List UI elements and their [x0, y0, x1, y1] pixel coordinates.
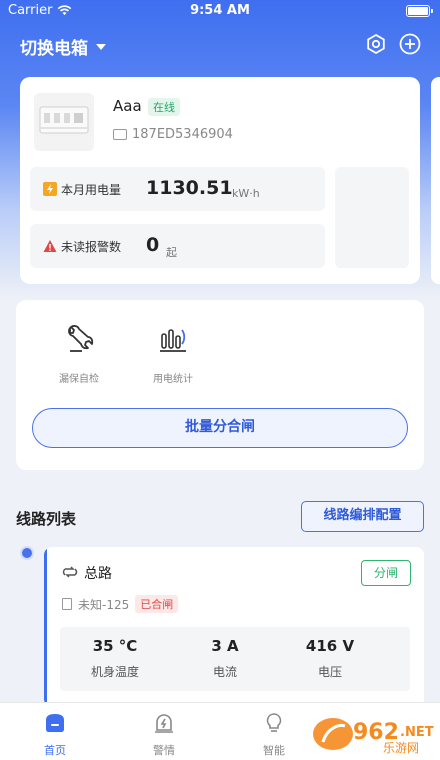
online-status-badge: 在线 [148, 98, 180, 116]
tab-alarm[interactable]: 警情 [134, 711, 194, 758]
line-name: 总路 [84, 566, 112, 582]
energy-value: 1130.51 [146, 177, 233, 199]
device-serial: 187ED5346904 [132, 127, 233, 142]
status-bar: Carrier 9:54 AM [0, 0, 440, 22]
settings-icon[interactable] [364, 32, 388, 56]
temperature-value: 35 °C [92, 637, 138, 655]
page-title: 切换电箱 [20, 39, 88, 59]
clock: 9:54 AM [190, 3, 250, 18]
app-header: 切换电箱 [0, 26, 440, 66]
voltage-label: 电压 [317, 665, 342, 679]
document-icon [62, 598, 72, 610]
lightning-icon [43, 182, 57, 196]
tab-home[interactable]: 首页 [25, 711, 85, 758]
switch-box-dropdown[interactable]: 切换电箱 [20, 34, 106, 59]
side-panel [335, 167, 409, 268]
link-icon [62, 566, 78, 578]
svg-text:.NET: .NET [400, 725, 434, 740]
device-name: Aaa [113, 97, 142, 115]
temperature-label: 机身温度 [90, 665, 139, 679]
current-metric: 3 A 电流 [170, 637, 280, 680]
tab-home-label: 首页 [44, 744, 66, 757]
current-label: 电流 [212, 665, 237, 679]
home-icon [46, 714, 64, 732]
timeline-dot [22, 548, 32, 558]
current-value: 3 A [211, 637, 239, 655]
tab-smart[interactable]: 智能 [244, 711, 304, 758]
line-accent-bar [44, 547, 47, 707]
bulb-icon [266, 713, 282, 732]
line-list-title: 线路列表 [16, 510, 77, 528]
tools-card: 漏保自检 用电统计 批量分合闸 [16, 300, 424, 470]
open-switch-button[interactable]: 分闸 [361, 560, 411, 586]
temperature-metric: 35 °C 机身温度 [60, 637, 170, 680]
power-stats-label: 用电统计 [153, 374, 193, 385]
alarm-unit: 起 [166, 246, 177, 259]
energy-label: 本月用电量 [61, 183, 122, 197]
svg-text:乐游网: 乐游网 [383, 741, 419, 755]
leak-check-label: 漏保自检 [59, 374, 99, 385]
alarm-icon [155, 714, 173, 733]
voltage-metric: 416 V 电压 [275, 637, 385, 680]
id-card-icon [113, 129, 127, 140]
tab-smart-label: 智能 [263, 744, 285, 757]
monthly-energy-stat[interactable]: 本月用电量 1130.51 kW·h [30, 167, 325, 211]
line-metrics: 35 °C 机身温度 3 A 电流 416 V 电压 [60, 627, 410, 691]
leak-check-tool[interactable]: 漏保自检 [49, 324, 109, 385]
battery-icon [406, 5, 433, 17]
bar-stats-icon [160, 329, 186, 352]
line-config-button[interactable]: 线路编排配置 [301, 501, 424, 532]
power-stats-tool[interactable]: 用电统计 [143, 324, 203, 385]
device-card[interactable]: Aaa 在线 187ED5346904 本月用电量 1130.51 kW·h 未… [20, 77, 420, 284]
unread-alarm-stat[interactable]: 未读报警数 0 起 [30, 224, 325, 268]
energy-unit: kW·h [232, 187, 260, 200]
warning-icon [43, 240, 57, 252]
wrench-icon [68, 325, 94, 352]
voltage-value: 416 V [305, 637, 355, 655]
line-card[interactable]: 总路 分闸 未知-125 已合闸 35 °C 机身温度 3 A 电流 416 V… [44, 547, 424, 707]
alarm-label: 未读报警数 [61, 240, 122, 254]
line-model: 未知-125 [78, 597, 130, 612]
tab-alarm-label: 警情 [153, 744, 175, 757]
batch-switch-button[interactable]: 批量分合闸 [32, 408, 408, 448]
breaker-image [34, 93, 94, 151]
alarm-value: 0 [146, 234, 160, 256]
watermark-logo: 962 .NET 乐游网 [313, 718, 434, 755]
closed-state-badge: 已合闸 [135, 595, 179, 613]
add-icon[interactable] [398, 32, 422, 56]
caret-down-icon [96, 43, 106, 50]
next-device-card[interactable] [431, 77, 440, 284]
